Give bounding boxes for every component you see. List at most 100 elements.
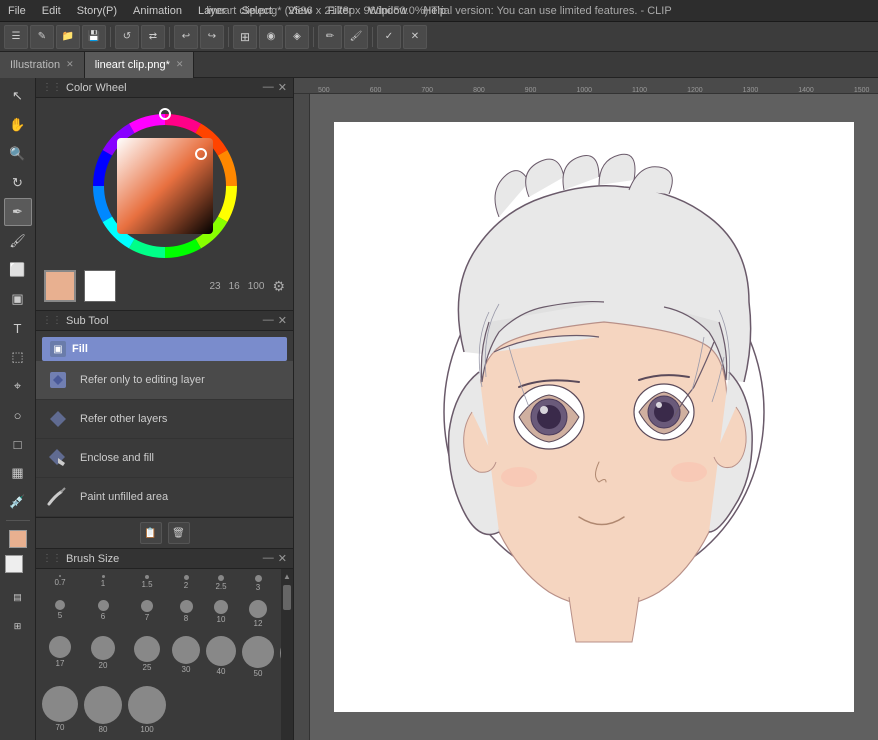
brush-grid: 0.711.522.534567810121517202530405060708… <box>36 569 293 740</box>
ruler-tick-1100: 1100 <box>632 87 647 94</box>
brush-size-item-2[interactable]: 2 <box>170 573 202 596</box>
tool-option-enclose-fill[interactable]: Enclose and fill <box>36 439 293 478</box>
tool-hand[interactable]: ✋ <box>4 111 32 139</box>
tab-illustration[interactable]: Illustration ✕ <box>0 52 85 78</box>
brush-label-1.5: 1.5 <box>141 580 152 589</box>
brush-circle-20 <box>91 636 115 660</box>
brush-size-item-10[interactable]: 10 <box>204 598 238 632</box>
menu-animation[interactable]: Animation <box>125 3 190 19</box>
tool-eraser[interactable]: ⬜ <box>4 256 32 284</box>
toolbar-undo-icon[interactable]: ↩ <box>174 25 198 49</box>
toolbar-x-icon[interactable]: ✕ <box>403 25 427 49</box>
color-wheel-svg[interactable] <box>85 106 245 266</box>
tool-lasso[interactable]: ⌖ <box>4 372 32 400</box>
toolbar-brush2-icon[interactable]: 🖌 <box>344 25 368 49</box>
sub-tool-delete-btn[interactable]: 🗑 <box>168 522 190 544</box>
brush-size-item-3[interactable]: 3 <box>240 573 276 596</box>
tool-fill[interactable]: ▣ <box>4 285 32 313</box>
brush-size-item-8[interactable]: 8 <box>170 598 202 632</box>
tool-gradient[interactable]: ▦ <box>4 459 32 487</box>
toolbar-rotate-icon[interactable]: ↺ <box>115 25 139 49</box>
brush-label-2.5: 2.5 <box>215 582 226 591</box>
tool-option-refer-editing[interactable]: Refer only to editing layer <box>36 361 293 400</box>
toolbar-color1-icon[interactable]: ◉ <box>259 25 283 49</box>
menu-story[interactable]: Story(P) <box>69 3 125 19</box>
brush-size-item-100[interactable]: 100 <box>126 684 168 736</box>
brush-size-title: Brush Size <box>66 553 119 565</box>
tool-text[interactable]: T <box>4 314 32 342</box>
toolbar-save-icon[interactable]: 💾 <box>82 25 106 49</box>
tool-brush[interactable]: 🖌 <box>4 227 32 255</box>
bg-color-preview[interactable] <box>84 270 116 302</box>
tool-rect[interactable]: □ <box>4 430 32 458</box>
brush-size-item-0.7[interactable]: 0.7 <box>40 573 80 596</box>
brush-size-item-25[interactable]: 25 <box>126 634 168 682</box>
tab-lineart[interactable]: lineart clip.png* ✕ <box>85 52 195 78</box>
tab-lineart-close[interactable]: ✕ <box>176 59 184 70</box>
brush-size-minimize[interactable]: — <box>263 552 274 565</box>
toolbar-grid-icon[interactable]: ⊞ <box>233 25 257 49</box>
brush-size-item-20[interactable]: 20 <box>82 634 124 682</box>
sub-tool-close[interactable]: ✕ <box>278 314 287 327</box>
canvas-drawing[interactable] <box>334 122 854 712</box>
brush-size-scroll-area[interactable]: ▲ 0.711.522.5345678101215172025304050607… <box>36 569 293 740</box>
tool-arrow[interactable]: ↖ <box>4 82 32 110</box>
brush-circle-12 <box>249 600 267 618</box>
brush-size-close[interactable]: ✕ <box>278 552 287 565</box>
brush-size-item-6[interactable]: 6 <box>82 598 124 632</box>
toolbar-menu-icon[interactable]: ☰ <box>4 25 28 49</box>
fg-color-preview[interactable] <box>44 270 76 302</box>
toolbar-redo-icon[interactable]: ↪ <box>200 25 224 49</box>
brush-circle-3 <box>255 575 262 582</box>
tool-zoom[interactable]: 🔍 <box>4 140 32 168</box>
brush-size-item-12[interactable]: 12 <box>240 598 276 632</box>
scroll-thumb[interactable] <box>283 585 291 610</box>
menu-file[interactable]: File <box>0 3 34 19</box>
color-wheel-minimize[interactable]: — <box>263 81 274 94</box>
tool-color-bg[interactable] <box>4 554 32 582</box>
tab-illustration-close[interactable]: ✕ <box>66 59 74 70</box>
brush-size-item-50[interactable]: 50 <box>240 634 276 682</box>
brush-size-item-40[interactable]: 40 <box>204 634 238 682</box>
brush-label-30: 30 <box>182 665 191 674</box>
brush-size-item-7[interactable]: 7 <box>126 598 168 632</box>
ruler-tick-1200: 1200 <box>687 87 703 94</box>
tool-option-paint-unfilled[interactable]: Paint unfilled area <box>36 478 293 517</box>
tool-pen[interactable]: ✒ <box>4 198 32 226</box>
tool-palette[interactable]: ▤ <box>4 583 32 611</box>
tool-extra[interactable]: ⊞ <box>4 612 32 640</box>
tool-color-fg[interactable] <box>4 525 32 553</box>
brush-size-item-1[interactable]: 1 <box>82 573 124 596</box>
toolbar-check-icon[interactable]: ✓ <box>377 25 401 49</box>
brush-size-item-5[interactable]: 5 <box>40 598 80 632</box>
ruler-tick-1000: 1000 <box>576 87 592 94</box>
sub-tool-add-btn[interactable]: 📋 <box>140 522 162 544</box>
toolbar-flip-icon[interactable]: ⇄ <box>141 25 165 49</box>
brush-size-item-30[interactable]: 30 <box>170 634 202 682</box>
brush-size-item-70[interactable]: 70 <box>40 684 80 736</box>
tool-shape[interactable]: ○ <box>4 401 32 429</box>
tool-option-refer-other[interactable]: Refer other layers <box>36 400 293 439</box>
tool-rotate[interactable]: ↻ <box>4 169 32 197</box>
tool-eyedrop[interactable]: 💉 <box>4 488 32 516</box>
sub-tool-minimize[interactable]: — <box>263 314 274 327</box>
ruler-tick-600: 600 <box>370 87 382 94</box>
tool-select[interactable]: ⬚ <box>4 343 32 371</box>
toolbar-color2-icon[interactable]: ◈ <box>285 25 309 49</box>
color-wheel-close[interactable]: ✕ <box>278 81 287 94</box>
menu-edit[interactable]: Edit <box>34 3 69 19</box>
brush-circle-2 <box>184 575 189 580</box>
brush-size-item-80[interactable]: 80 <box>82 684 124 736</box>
toolbar-new-icon[interactable]: ✎ <box>30 25 54 49</box>
sub-tool-panel: ⋮⋮ Sub Tool — ✕ ▣ Fill <box>36 311 293 549</box>
color-wheel-settings[interactable]: ⚙ <box>272 278 285 295</box>
brush-circle-8 <box>180 600 193 613</box>
scroll-up-btn[interactable]: ▲ <box>283 571 291 583</box>
refer-other-icon <box>44 405 72 433</box>
brush-size-item-2.5[interactable]: 2.5 <box>204 573 238 596</box>
toolbar-open-icon[interactable]: 📁 <box>56 25 80 49</box>
brush-size-item-1.5[interactable]: 1.5 <box>126 573 168 596</box>
toolbar-brush1-icon[interactable]: ✏ <box>318 25 342 49</box>
brush-label-10: 10 <box>217 615 226 624</box>
brush-size-item-17[interactable]: 17 <box>40 634 80 682</box>
